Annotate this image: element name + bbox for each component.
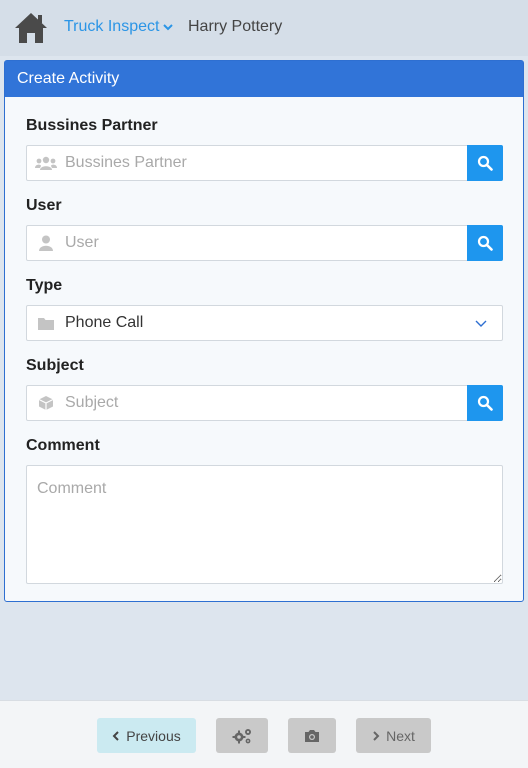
user-icon: [35, 234, 57, 252]
partner-field: [26, 145, 503, 181]
comment-label: Comment: [26, 437, 100, 454]
chevron-down-icon: [163, 24, 174, 31]
footer-toolbar: Previous Next: [0, 700, 528, 768]
home-icon[interactable]: [13, 11, 49, 45]
create-activity-card: Create Activity Bussines Partner User: [4, 60, 524, 602]
search-icon: [477, 235, 493, 251]
cube-icon: [35, 394, 57, 412]
settings-button[interactable]: [216, 718, 268, 753]
previous-label: Previous: [126, 727, 181, 744]
app-menu-dropdown[interactable]: Truck Inspect: [64, 18, 174, 36]
user-name: Harry Pottery: [188, 18, 283, 35]
camera-button[interactable]: [288, 718, 336, 753]
top-bar: Truck Inspect Harry Pottery: [0, 0, 528, 56]
subject-input[interactable]: [65, 386, 502, 420]
search-icon: [477, 155, 493, 171]
type-selected-value: Phone Call: [65, 314, 144, 331]
type-select[interactable]: Phone Call: [26, 305, 503, 341]
subject-label: Subject: [26, 357, 84, 374]
subject-field: [26, 385, 503, 421]
app-menu-label: Truck Inspect: [64, 18, 160, 35]
previous-button[interactable]: Previous: [97, 718, 196, 753]
next-label: Next: [386, 727, 415, 744]
user-field: [26, 225, 503, 261]
type-label: Type: [26, 277, 63, 294]
users-icon: [35, 154, 57, 172]
chevron-right-icon: [373, 730, 380, 741]
folder-icon: [35, 314, 57, 332]
partner-search-button[interactable]: [467, 145, 503, 181]
partner-label: Bussines Partner: [26, 117, 158, 134]
next-button[interactable]: Next: [356, 718, 431, 753]
card-title: Create Activity: [5, 61, 523, 97]
camera-icon: [305, 729, 319, 742]
partner-input[interactable]: [65, 146, 502, 180]
subject-search-button[interactable]: [467, 385, 503, 421]
search-icon: [477, 395, 493, 411]
comment-textarea[interactable]: [26, 465, 503, 584]
user-input[interactable]: [65, 226, 502, 260]
gears-icon: [232, 728, 251, 743]
chevron-left-icon: [112, 730, 119, 741]
user-label: User: [26, 197, 62, 214]
chevron-down-icon: [475, 320, 487, 327]
user-search-button[interactable]: [467, 225, 503, 261]
